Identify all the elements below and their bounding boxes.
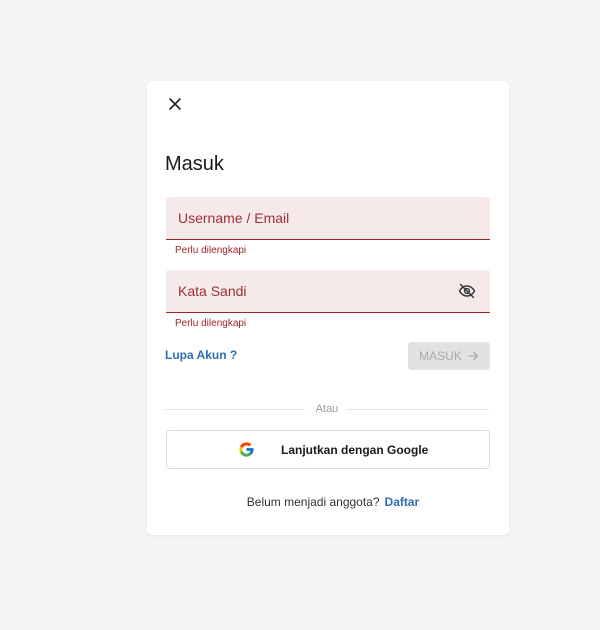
google-login-button[interactable]: Lanjutkan dengan Google: [166, 430, 490, 469]
login-button[interactable]: MASUK: [408, 342, 490, 370]
username-input[interactable]: [178, 197, 448, 239]
username-field[interactable]: [166, 197, 490, 240]
close-icon: [169, 98, 181, 110]
login-button-label: MASUK: [419, 349, 462, 363]
register-row: Belum menjadi anggota? Daftar: [147, 494, 509, 510]
eye-slash-icon[interactable]: [458, 283, 476, 299]
google-icon: [239, 442, 254, 457]
arrow-right-icon: [468, 351, 478, 361]
close-button[interactable]: [165, 94, 185, 114]
google-button-label: Lanjutkan dengan Google: [281, 443, 429, 457]
register-link[interactable]: Daftar: [385, 495, 420, 509]
login-modal: Masuk Perlu dilengkapi Perlu dilengkapi …: [147, 81, 509, 535]
password-error: Perlu dilengkapi: [175, 318, 247, 329]
register-prompt: Belum menjadi anggota?: [246, 495, 380, 509]
password-input[interactable]: [178, 270, 448, 312]
or-divider: Atau: [165, 402, 489, 416]
divider-line-right: [347, 409, 489, 410]
page-title: Masuk: [165, 153, 224, 175]
username-error: Perlu dilengkapi: [175, 245, 247, 256]
forgot-account-link[interactable]: Lupa Akun ?: [165, 348, 237, 362]
password-field[interactable]: [166, 270, 490, 313]
